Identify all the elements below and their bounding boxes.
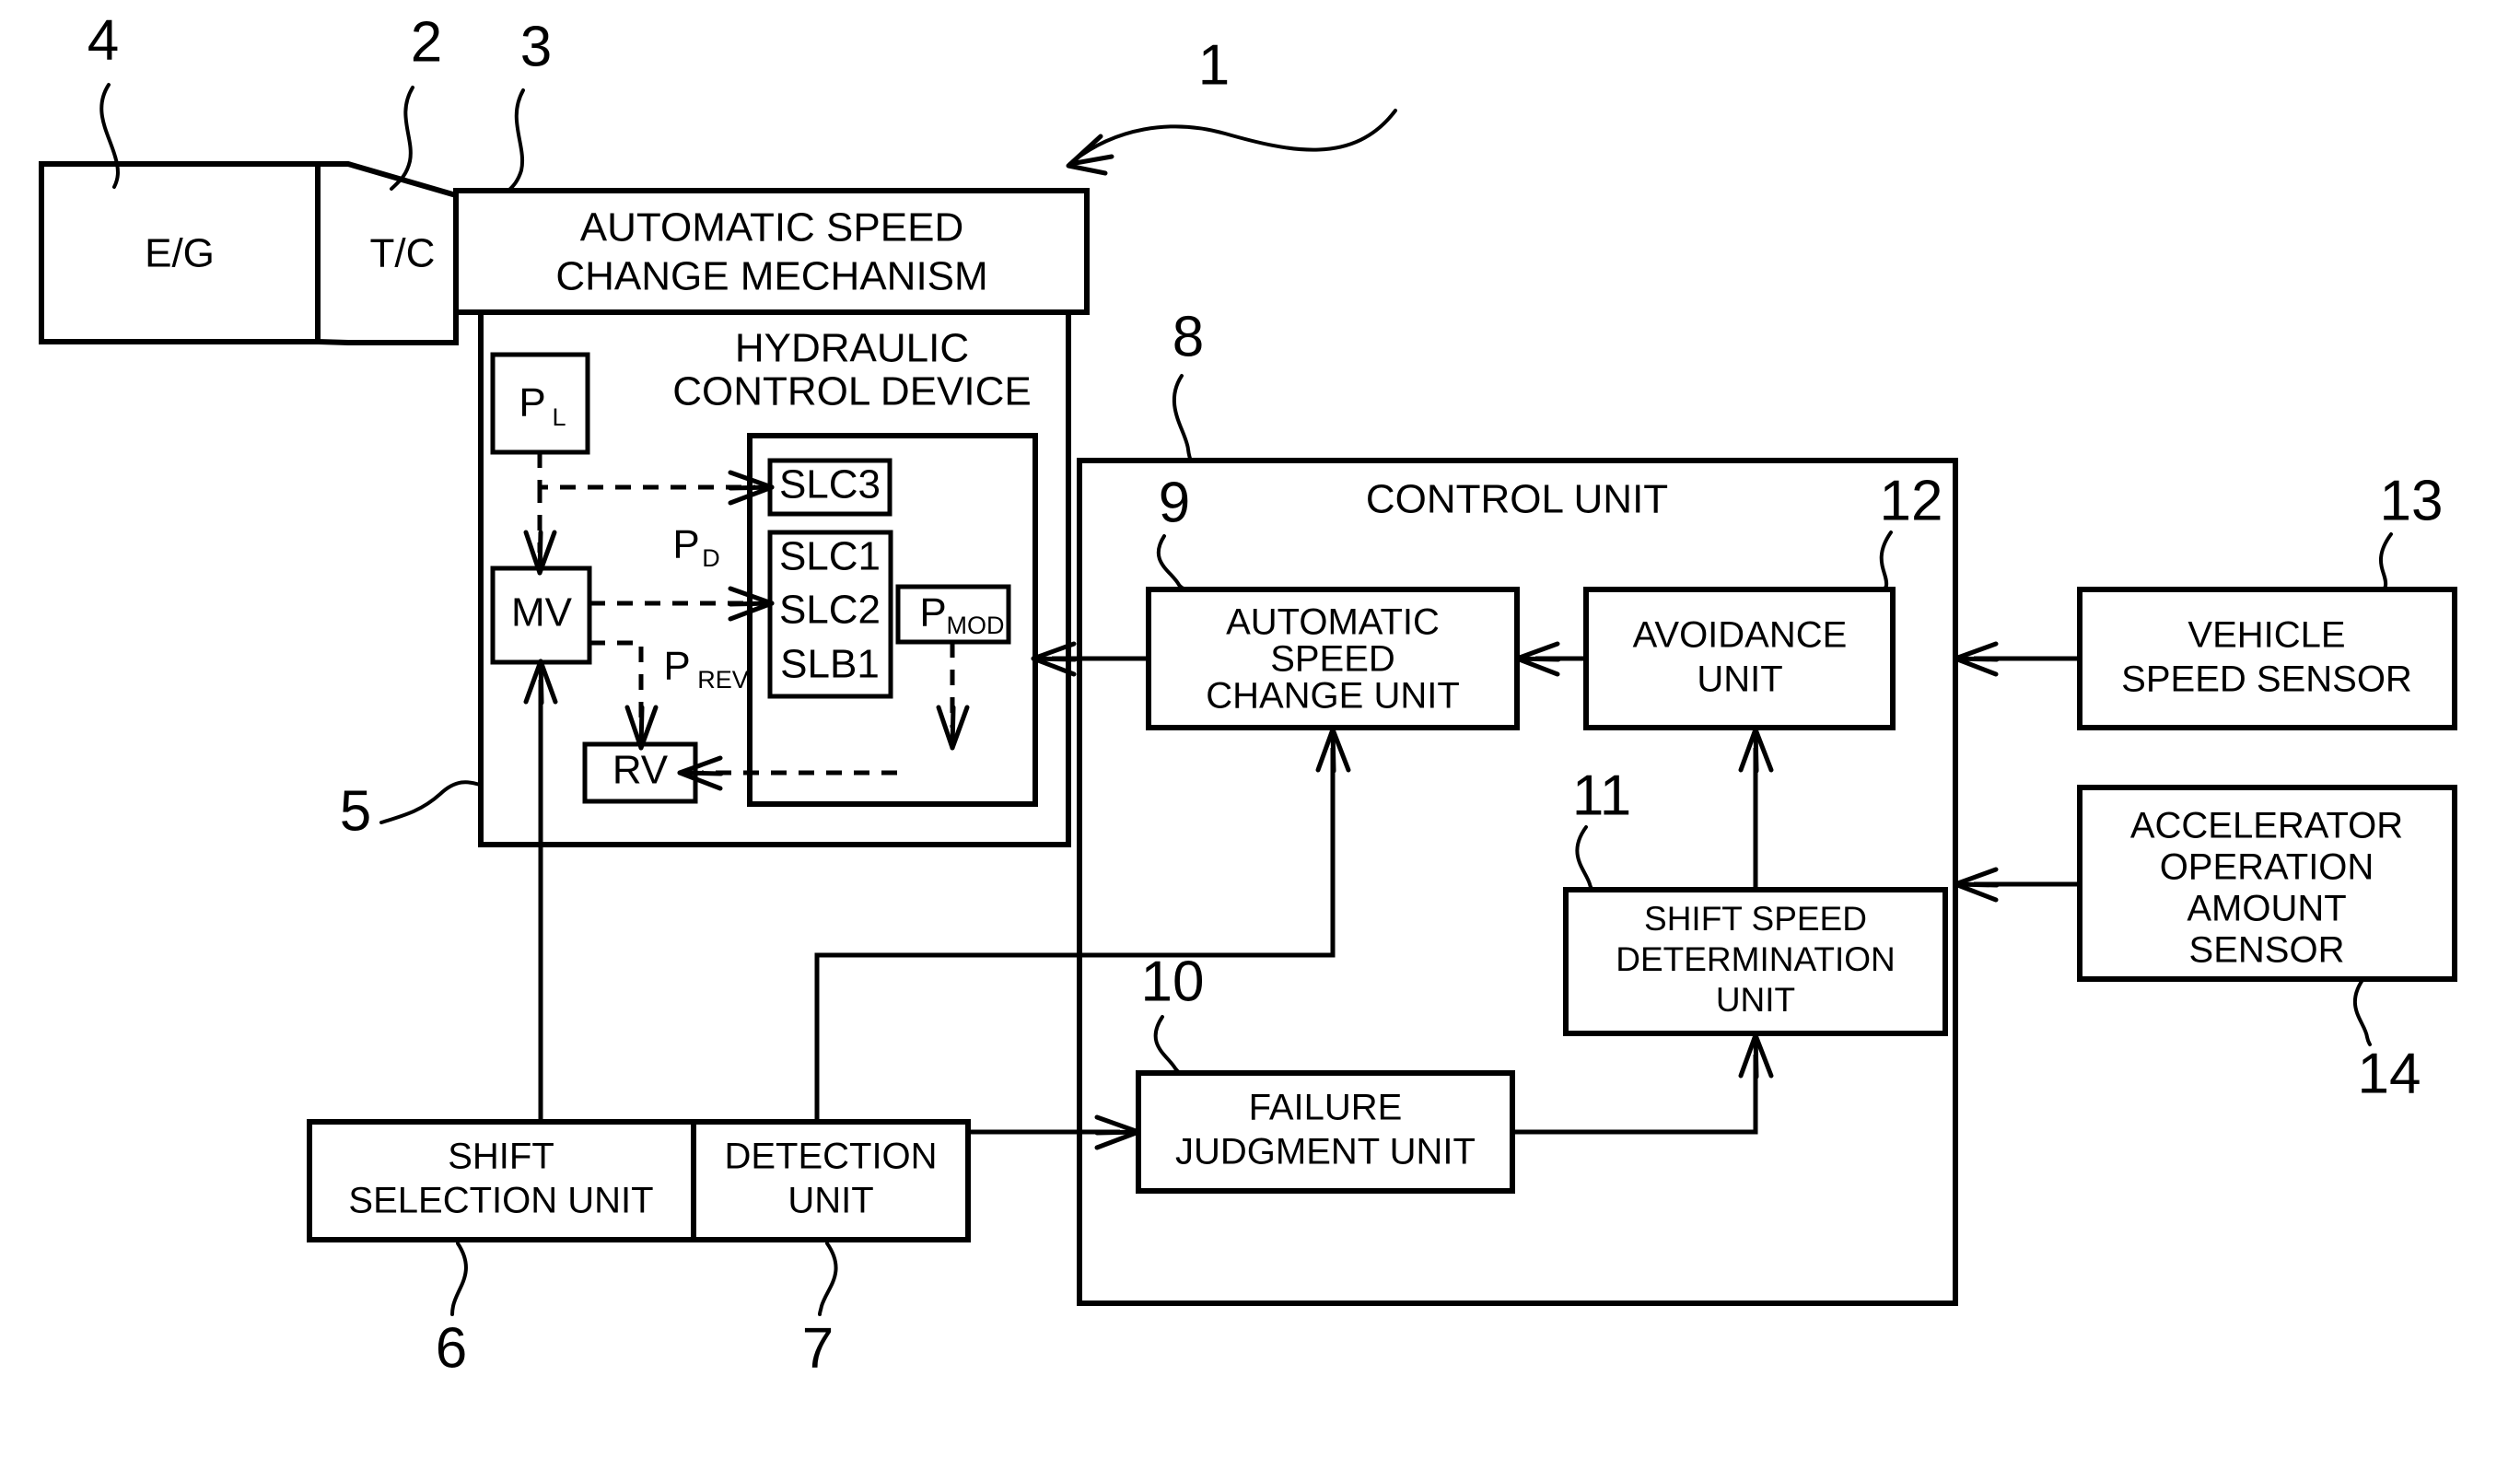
aoas-label-1: ACCELERATOR	[2130, 806, 2403, 846]
numeral-6: 6	[436, 1316, 467, 1380]
numeral-3: 3	[520, 15, 552, 78]
vss-to-control-unit-arrow	[1953, 641, 2080, 677]
ssu-label-2: SELECTION UNIT	[348, 1181, 653, 1221]
pd-subscript: D	[702, 544, 720, 572]
numeral-4: 4	[88, 8, 119, 72]
hcd-label-1: HYDRAULIC	[735, 326, 969, 371]
du-label-2: UNIT	[788, 1181, 873, 1221]
numeral-6-leader	[450, 1242, 468, 1316]
ssdu-label-2: DETERMINATION	[1616, 940, 1896, 978]
avoidance-label-1: AVOIDANCE	[1633, 615, 1848, 656]
hcd-label-2: CONTROL DEVICE	[672, 369, 1032, 414]
aoas-label-3: AMOUNT	[2187, 889, 2346, 929]
aoas-label-4: SENSOR	[2189, 930, 2345, 971]
numeral-7-leader	[818, 1242, 838, 1316]
avoidance-label-2: UNIT	[1697, 659, 1782, 700]
ascu-label-2: SPEED	[1270, 639, 1395, 680]
ssdu-label-3: UNIT	[1716, 981, 1795, 1019]
slb1-label: SLB1	[780, 642, 880, 687]
numeral-11: 11	[1572, 764, 1631, 827]
numeral-5-leader	[379, 780, 482, 824]
prev-subscript: REV	[697, 666, 749, 694]
figure-numeral-1: 1	[1198, 33, 1230, 97]
detection-to-fju-arrow	[968, 1114, 1141, 1150]
numeral-12: 12	[1880, 469, 1943, 532]
numeral-13: 13	[2380, 469, 2444, 532]
ssdu-label-1: SHIFT SPEED	[1644, 900, 1867, 938]
numeral-14-leader	[2352, 978, 2372, 1046]
pmod-label: P	[919, 590, 946, 636]
numeral-2-leader	[390, 86, 414, 191]
patent-figure: 1 E/G 4 T/C 2 AUTOMATIC SPEED CHANGE MEC…	[0, 0, 2520, 1458]
numeral-8-leader	[1172, 374, 1193, 462]
numeral-10: 10	[1141, 950, 1205, 1013]
numeral-14: 14	[2358, 1042, 2421, 1105]
numeral-9: 9	[1159, 471, 1190, 534]
asc-mech-label-2: CHANGE MECHANISM	[555, 254, 987, 299]
pl-subscript: L	[552, 403, 566, 431]
asc-mech-label-1: AUTOMATIC SPEED	[580, 205, 963, 251]
ssu-label-1: SHIFT	[448, 1137, 554, 1177]
slc2-label: SLC2	[779, 588, 881, 633]
rv-label: RV	[612, 748, 669, 793]
slc3-label: SLC3	[779, 462, 881, 507]
slc1-label: SLC1	[779, 534, 881, 579]
ascu-label-1: AUTOMATIC	[1226, 602, 1440, 643]
aoas-to-control-unit-arrow	[1953, 867, 2080, 903]
ascu-label-3: CHANGE UNIT	[1206, 676, 1460, 717]
numeral-5: 5	[340, 779, 371, 843]
pd-label: P	[672, 522, 699, 567]
numeral-3-leader	[507, 88, 525, 192]
numeral-13-leader	[2379, 532, 2393, 591]
fju-label-2: JUDGMENT UNIT	[1175, 1132, 1476, 1172]
aoas-label-2: OPERATION	[2160, 847, 2374, 888]
pmod-subscript: MOD	[947, 612, 1005, 639]
vss-label-1: VEHICLE	[2188, 615, 2345, 656]
engine-label: E/G	[145, 231, 215, 276]
figure-numeral-1-leader	[1066, 109, 1397, 176]
prev-label: P	[663, 644, 690, 689]
vss-label-2: SPEED SENSOR	[2121, 659, 2412, 700]
numeral-2: 2	[411, 10, 442, 74]
torque-converter-label: T/C	[370, 231, 436, 276]
du-label-1: DETECTION	[724, 1137, 937, 1177]
numeral-8: 8	[1172, 305, 1204, 368]
mv-label: MV	[511, 590, 573, 636]
pl-label: P	[519, 380, 545, 426]
control-unit-label: CONTROL UNIT	[1366, 477, 1668, 522]
fju-label-1: FAILURE	[1249, 1088, 1403, 1128]
numeral-7: 7	[802, 1316, 834, 1380]
